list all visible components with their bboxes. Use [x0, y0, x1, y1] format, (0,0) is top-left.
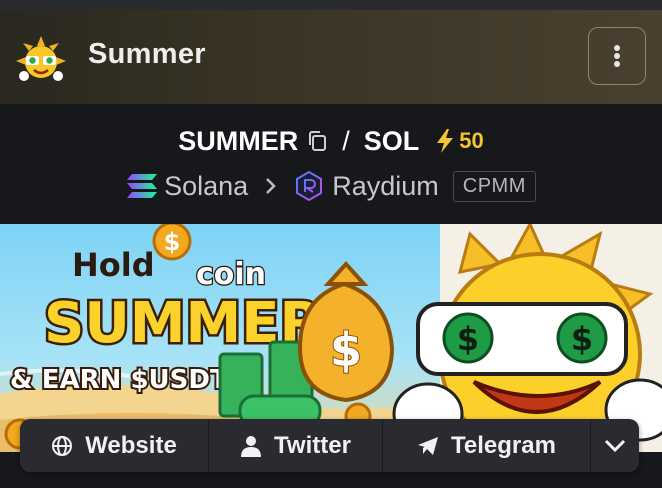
- raydium-icon: [296, 171, 323, 201]
- social-links-bar: Website Twitter Telegram: [20, 419, 639, 472]
- dex-link[interactable]: Raydium: [332, 171, 439, 202]
- svg-text:$: $: [571, 320, 593, 358]
- vertical-dots-icon: [614, 45, 620, 67]
- chain-link[interactable]: Solana: [164, 171, 248, 202]
- pair-separator: /: [342, 125, 350, 156]
- quote-token-symbol: SOL: [363, 125, 420, 156]
- chain-row: Solana Raydium CPMM: [0, 167, 662, 205]
- boost-count[interactable]: 50: [459, 128, 483, 154]
- top-strip: [0, 0, 662, 10]
- pool-type-badge: CPMM: [452, 170, 536, 202]
- globe-icon: [52, 435, 73, 456]
- telegram-button[interactable]: Telegram: [383, 419, 591, 472]
- lightning-icon: [437, 129, 454, 153]
- twitter-label: Twitter: [274, 431, 351, 459]
- sun-mascot-avatar: [16, 36, 66, 81]
- chevron-down-icon: [604, 439, 626, 452]
- telegram-label: Telegram: [451, 431, 556, 459]
- solana-icon: [127, 174, 158, 198]
- pair-info: SUMMER / SOL 50 Solana Raydium CPMM: [0, 104, 662, 224]
- token-header: Summer: [0, 10, 662, 104]
- svg-text:$: $: [330, 323, 362, 377]
- person-icon: [241, 435, 262, 457]
- copy-icon[interactable]: [306, 129, 328, 153]
- banner-line-2: coin: [196, 257, 266, 292]
- chevron-right-icon: [266, 178, 276, 194]
- banner-line-1: Hold: [72, 246, 155, 284]
- banner-line-4: & EARN $USDT: [10, 365, 228, 395]
- token-banner: $ Hold coin SUMMER & EARN $USDT $ $ $: [0, 224, 662, 452]
- svg-text:$: $: [164, 228, 181, 256]
- more-links-button[interactable]: [591, 419, 639, 472]
- website-label: Website: [85, 431, 177, 459]
- token-name: Summer: [88, 38, 206, 70]
- website-button[interactable]: Website: [20, 419, 209, 472]
- pair-row: SUMMER / SOL 50: [0, 122, 662, 160]
- more-options-button[interactable]: [588, 27, 646, 85]
- twitter-button[interactable]: Twitter: [209, 419, 383, 472]
- telegram-icon: [418, 436, 439, 455]
- svg-text:$: $: [457, 320, 479, 358]
- base-token-symbol: SUMMER: [178, 125, 299, 156]
